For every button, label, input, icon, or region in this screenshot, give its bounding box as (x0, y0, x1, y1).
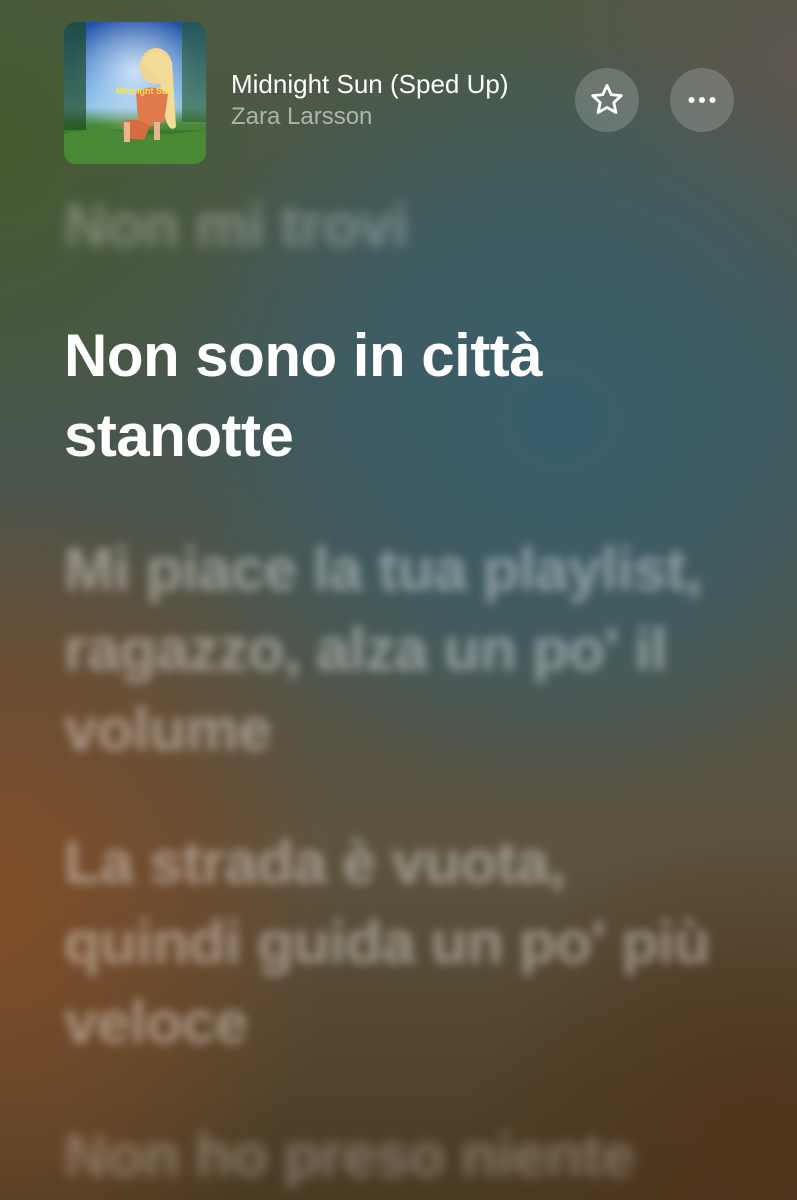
lyric-line-next-2[interactable]: La strada è vuota, quindi guida un po' p… (64, 823, 754, 1063)
lyric-line-previous[interactable]: Non mi trovi (64, 186, 754, 266)
song-title[interactable]: Midnight Sun (Sped Up) (231, 69, 565, 100)
lyric-line-next-3[interactable]: Non ho preso niente (64, 1116, 754, 1196)
now-playing-header: Midnight Sun Midnight Sun (Sped Up) Zara… (0, 0, 797, 180)
album-artwork[interactable]: Midnight Sun (64, 22, 206, 164)
lyric-line-current[interactable]: Non sono in città stanotte (64, 316, 754, 476)
artist-name[interactable]: Zara Larsson (231, 103, 372, 131)
star-icon (591, 84, 623, 114)
ellipsis-icon (688, 97, 716, 103)
more-options-button[interactable] (670, 68, 734, 132)
album-artwork-image: Midnight Sun (64, 22, 206, 164)
lyric-line-next-1[interactable]: Mi piace la tua playlist, ragazzo, alza … (64, 530, 754, 770)
favorite-button[interactable] (575, 68, 639, 132)
artwork-title-text: Midnight Sun (116, 86, 173, 96)
